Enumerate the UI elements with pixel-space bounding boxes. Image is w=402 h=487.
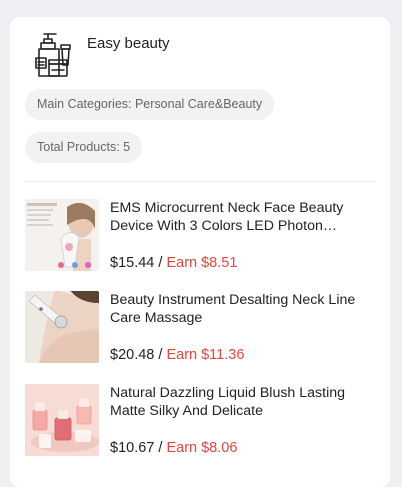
store-header[interactable]: Easy beauty xyxy=(32,32,372,82)
product-title[interactable]: Natural Dazzling Liquid Blush Lasting Ma… xyxy=(110,384,375,420)
total-products-chip: Total Products: 5 xyxy=(25,132,143,163)
product-title[interactable]: Beauty Instrument Desalting Neck Line Ca… xyxy=(110,291,375,327)
divider xyxy=(25,181,375,182)
liquid-blush-thumbnail[interactable] xyxy=(25,384,99,456)
main-categories-chip: Main Categories: Personal Care&Beauty xyxy=(25,89,275,120)
price-separator: / xyxy=(154,255,167,271)
product-price-line: $20.48 / Earn $11.36 xyxy=(110,347,244,363)
product-title[interactable]: EMS Microcurrent Neck Face Beauty Device… xyxy=(110,199,375,235)
product-earn: Earn $8.51 xyxy=(166,255,238,271)
product-earn: Earn $8.06 xyxy=(166,440,238,456)
product-item[interactable]: EMS Microcurrent Neck Face Beauty Device… xyxy=(25,199,375,274)
product-item[interactable]: Natural Dazzling Liquid Blush Lasting Ma… xyxy=(25,384,375,459)
product-price: $10.67 xyxy=(110,440,155,456)
product-item[interactable]: Beauty Instrument Desalting Neck Line Ca… xyxy=(25,291,375,366)
product-price-line: $15.44 / Earn $8.51 xyxy=(110,255,237,271)
product-price: $20.48 xyxy=(110,347,155,363)
neck-massage-instrument-thumbnail[interactable] xyxy=(25,291,99,363)
price-separator: / xyxy=(154,347,167,363)
beauty-products-icon xyxy=(35,33,71,77)
store-card: Easy beauty Main Categories: Personal Ca… xyxy=(10,17,390,487)
store-name: Easy beauty xyxy=(87,35,170,52)
price-separator: / xyxy=(154,440,167,456)
product-price: $15.44 xyxy=(110,255,155,271)
product-earn: Earn $11.36 xyxy=(166,347,245,363)
neck-beauty-device-thumbnail[interactable] xyxy=(25,199,99,271)
product-price-line: $10.67 / Earn $8.06 xyxy=(110,440,237,456)
